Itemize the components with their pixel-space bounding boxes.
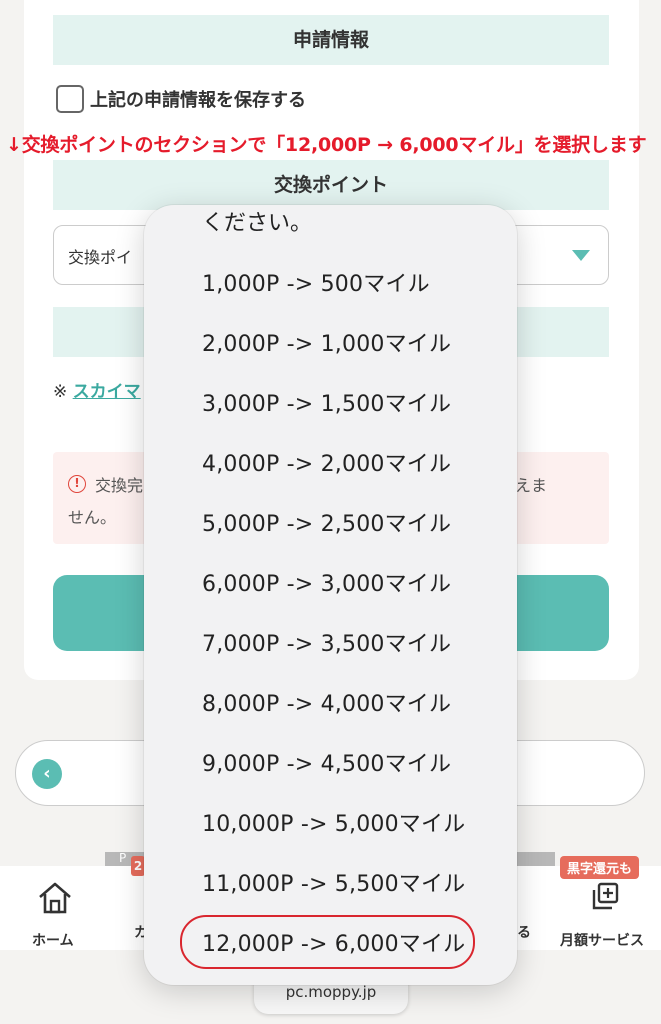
save-info-checkbox[interactable] <box>56 85 84 113</box>
caret-down-icon <box>572 250 590 261</box>
picker-option[interactable]: 11,000P -> 5,500マイル <box>202 866 465 898</box>
home-icon <box>39 882 71 914</box>
note: ※ スカイマ <box>53 377 141 402</box>
select-options-picker[interactable]: ください。 1,000P -> 500マイル 2,000P -> 1,000マイ… <box>144 205 517 985</box>
tab-home-label: ホーム <box>32 933 74 949</box>
info-icon: ! <box>68 475 86 493</box>
grey-strip-right <box>517 852 555 866</box>
picker-option[interactable]: 3,000P -> 1,500マイル <box>202 386 451 418</box>
picker-heading: ください。 <box>202 211 313 236</box>
small-badge: 2 <box>131 856 145 876</box>
picker-option[interactable]: 9,000P -> 4,500マイル <box>202 746 451 778</box>
tab-monthly-label: 月額サービス <box>560 933 644 949</box>
tab-monthly-service[interactable]: 月額サービス <box>555 876 659 949</box>
picker-option[interactable]: 7,000P -> 3,500マイル <box>202 626 451 658</box>
tab-home[interactable]: ホーム <box>20 876 90 949</box>
section-title-exchange-points: 交換ポイント <box>53 160 609 210</box>
chevron-left-icon[interactable]: ‹ <box>32 759 62 789</box>
note-marker: ※ <box>53 382 68 402</box>
picker-option[interactable]: 4,000P -> 2,000マイル <box>202 446 451 478</box>
strip-letter: P <box>119 851 127 865</box>
select-placeholder: 交換ポイ <box>68 248 133 267</box>
stack-icon <box>592 882 619 910</box>
instruction-annotation: ↓交換ポイントのセクションで「12,000P → 6,000マイル」を選択します <box>6 134 647 156</box>
save-info-label[interactable]: 上記の申請情報を保存する <box>90 86 306 112</box>
note-link[interactable]: スカイマ <box>73 382 141 402</box>
picker-option[interactable]: 2,000P -> 1,000マイル <box>202 326 451 358</box>
picker-option[interactable]: 6,000P -> 3,000マイル <box>202 566 451 598</box>
tab-4-label[interactable]: る <box>517 922 531 942</box>
alert-text-start: 交換完 <box>95 476 144 495</box>
highlight-annotation-ring <box>180 915 475 969</box>
promo-badge: 黒字還元も <box>560 856 640 879</box>
alert-text-line2: せん。 <box>68 508 117 527</box>
picker-option[interactable]: 5,000P -> 2,500マイル <box>202 506 451 538</box>
section-title-application-info: 申請情報 <box>53 15 609 65</box>
picker-option[interactable]: 10,000P -> 5,000マイル <box>202 806 465 838</box>
picker-option[interactable]: 1,000P -> 500マイル <box>202 266 430 298</box>
picker-option[interactable]: 8,000P -> 4,000マイル <box>202 686 451 718</box>
